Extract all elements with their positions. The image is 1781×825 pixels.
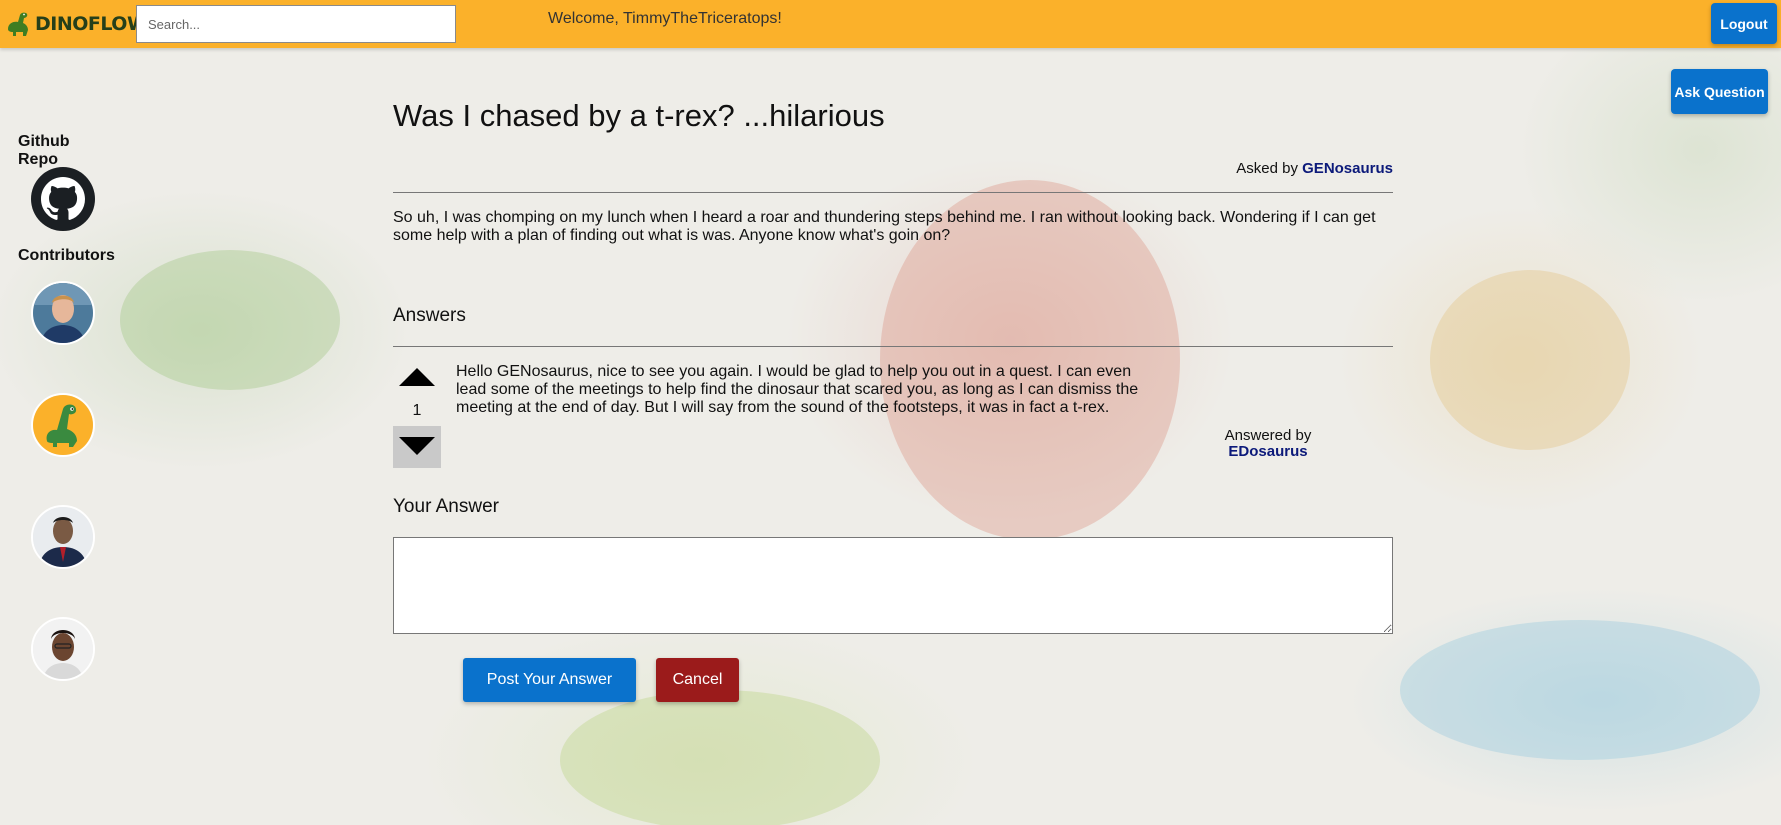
contributor-dinosaur-avatar — [33, 395, 93, 455]
github-link[interactable] — [31, 167, 95, 231]
answer-author-link[interactable]: EDosaurus — [1228, 443, 1307, 460]
downvote-button[interactable] — [393, 426, 441, 468]
cancel-button[interactable]: Cancel — [656, 658, 739, 702]
dinosaur-logo-icon — [8, 12, 28, 36]
welcome-message: Welcome, TimmyTheTriceratops! — [548, 10, 782, 27]
post-answer-button[interactable]: Post Your Answer — [463, 658, 636, 702]
current-username: TimmyTheTriceratops — [623, 10, 778, 27]
contributor-photo-4 — [33, 619, 93, 679]
contributors-heading: Contributors — [18, 247, 115, 264]
triangle-down-icon — [399, 437, 435, 455]
divider — [393, 192, 1393, 193]
answers-heading: Answers — [393, 305, 466, 326]
triangle-up-icon — [399, 368, 435, 386]
contributor-photo-3 — [33, 507, 93, 567]
dinoflow-logo[interactable]: DINOFLOW — [4, 8, 148, 40]
logout-button[interactable]: Logout — [1711, 3, 1777, 44]
contributor-avatar[interactable] — [31, 617, 95, 681]
contributor-avatar[interactable] — [31, 505, 95, 569]
divider — [393, 346, 1393, 347]
contributor-photo-1 — [33, 283, 93, 343]
answered-by-label: Answered by — [1224, 427, 1312, 444]
github-repo-heading: Github Repo — [18, 133, 70, 168]
top-navbar: DINOFLOW Welcome, TimmyTheTriceratops! L… — [0, 0, 1781, 48]
upvote-button[interactable] — [393, 362, 441, 390]
question-title: Was I chased by a t-rex? ...hilarious — [393, 98, 885, 133]
vote-count: 1 — [412, 402, 422, 419]
answered-by: Answered by EDosaurus — [1193, 428, 1343, 460]
logo-text: DINOFLOW — [35, 13, 148, 35]
github-icon — [41, 177, 85, 220]
question-author-link[interactable]: GENosaurus — [1302, 160, 1393, 177]
ask-question-button[interactable]: Ask Question — [1671, 69, 1768, 114]
asked-by: Asked by GENosaurus — [1236, 160, 1393, 177]
answer-textarea[interactable] — [393, 537, 1393, 634]
answer-body: Hello GENosaurus, nice to see you again.… — [456, 363, 1139, 416]
your-answer-heading: Your Answer — [393, 496, 499, 517]
contributor-avatar[interactable] — [31, 393, 95, 457]
contributor-avatar[interactable] — [31, 281, 95, 345]
question-body: So uh, I was chomping on my lunch when I… — [393, 209, 1376, 244]
search-input[interactable] — [136, 5, 456, 43]
